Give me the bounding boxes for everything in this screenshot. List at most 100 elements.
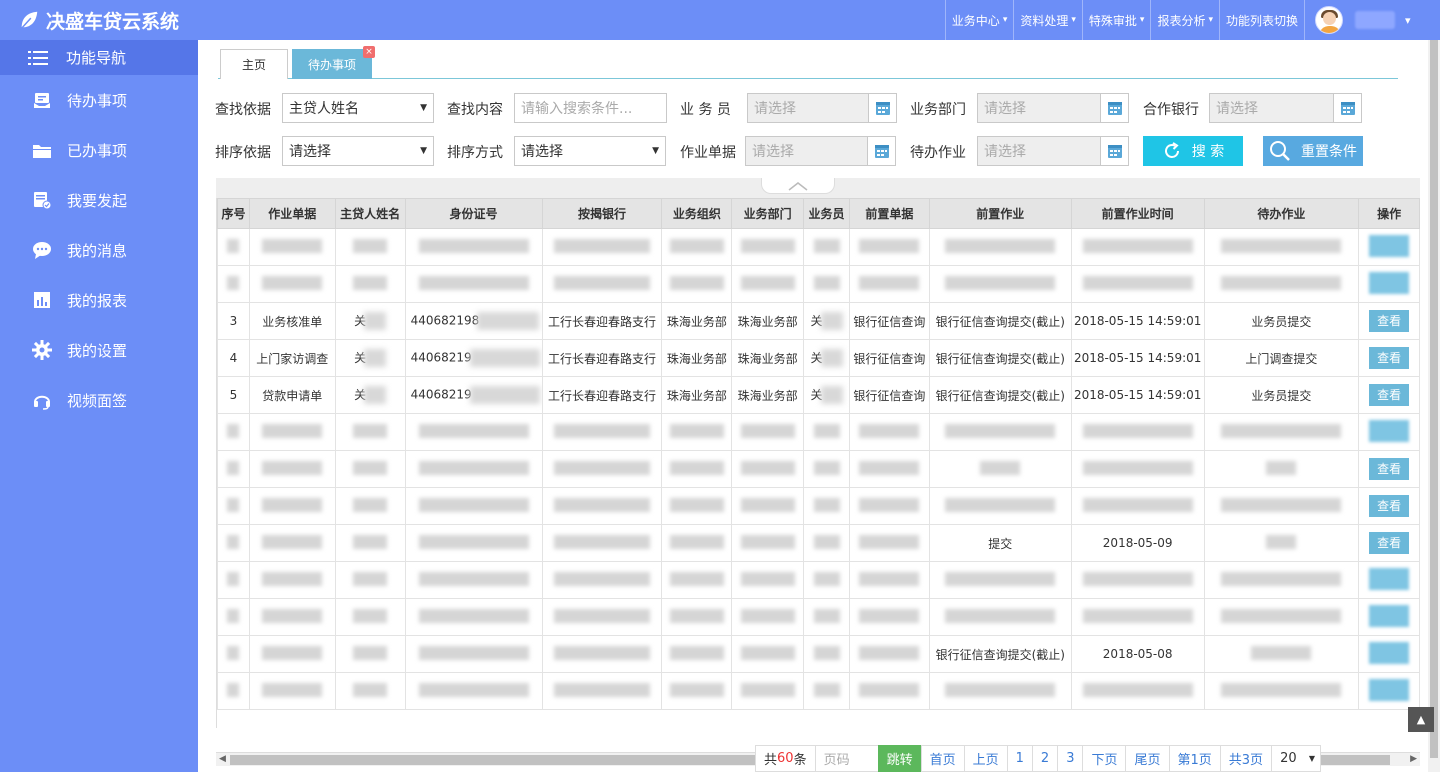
total-count: 共 60 条 xyxy=(755,745,816,772)
col-header[interactable]: 前置作业时间 xyxy=(1070,198,1205,229)
calendar-icon[interactable] xyxy=(868,94,896,122)
col-header[interactable]: 待办作业 xyxy=(1203,198,1360,229)
view-button[interactable]: 查看 xyxy=(1369,532,1410,554)
sidebar-item-initiate[interactable]: 我要发起 xyxy=(0,175,198,225)
sidebar-item-video-sign[interactable]: 视频面签 xyxy=(0,375,198,425)
col-header[interactable]: 序号 xyxy=(217,198,250,229)
search-by-label: 查找依据 xyxy=(215,102,271,118)
refresh-icon xyxy=(1162,141,1182,161)
sidebar-item-todo[interactable]: 待办事项 xyxy=(0,75,198,125)
col-header[interactable]: 前置作业 xyxy=(928,198,1072,229)
sort-by-select[interactable]: 请选择 ▼ xyxy=(282,136,434,166)
salesman-picker[interactable]: 请选择 xyxy=(747,93,897,123)
view-button[interactable]: 查看 xyxy=(1369,384,1410,406)
table-row-redacted xyxy=(217,672,1420,710)
view-button[interactable] xyxy=(1369,419,1410,442)
view-button[interactable]: 查看 xyxy=(1369,458,1410,480)
view-button[interactable] xyxy=(1369,604,1410,627)
calendar-icon[interactable] xyxy=(1333,94,1361,122)
col-header[interactable]: 身份证号 xyxy=(404,198,543,229)
last-page-link[interactable]: 尾页 xyxy=(1125,745,1170,772)
doc-picker[interactable]: 请选择 xyxy=(745,136,896,166)
col-header[interactable]: 按揭银行 xyxy=(541,198,663,229)
sidebar-item-reports[interactable]: 我的报表 xyxy=(0,275,198,325)
back-to-top-button[interactable]: ▲ xyxy=(1408,707,1434,732)
collapse-toggle[interactable] xyxy=(761,178,835,194)
scroll-left-icon[interactable]: ◀ xyxy=(219,754,226,764)
dropdown-arrow-icon: ▼ xyxy=(652,146,659,156)
view-button[interactable]: 查看 xyxy=(1369,310,1410,332)
todo-table: 序号 作业单据 主贷人姓名 身份证号 按揭银行 业务组织 业务部门 业务员 前置… xyxy=(216,198,1420,728)
redacted-mask xyxy=(820,349,843,368)
user-menu[interactable]: ▾ xyxy=(1304,0,1440,40)
view-button[interactable] xyxy=(1369,271,1410,294)
col-header[interactable]: 作业单据 xyxy=(248,198,336,229)
nav-special-approval[interactable]: 特殊审批 ▾ xyxy=(1081,0,1151,40)
sidebar-header[interactable]: 功能导航 xyxy=(0,40,198,75)
calendar-icon[interactable] xyxy=(1100,94,1128,122)
redacted-mask xyxy=(364,386,387,405)
pending-label: 待办作业 xyxy=(910,145,966,161)
main-content: 主页 待办事项 × 查找依据 主贷人姓名 ▼ 查找内容 请输入搜索条件... 业 务… xyxy=(198,40,1440,772)
page-link[interactable]: 1 xyxy=(1006,745,1033,772)
view-button[interactable]: 查看 xyxy=(1369,347,1410,369)
col-header[interactable]: 业务部门 xyxy=(731,198,805,229)
search-by-select[interactable]: 主贷人姓名 ▼ xyxy=(282,93,434,123)
nav-business-center[interactable]: 业务中心 ▾ xyxy=(944,0,1014,40)
col-header[interactable]: 操作 xyxy=(1358,198,1420,229)
pending-picker[interactable]: 请选择 xyxy=(977,136,1129,166)
scroll-right-icon[interactable]: ▶ xyxy=(1410,754,1417,764)
table-row: 5 贷款申请单 关 44068219 工行长春迎春路支行 珠海业务部 珠海业务部… xyxy=(217,376,1420,414)
redacted-mask xyxy=(364,312,387,331)
redacted-mask xyxy=(477,312,540,330)
view-button[interactable] xyxy=(1369,567,1410,590)
nav-report-analysis[interactable]: 报表分析 ▾ xyxy=(1150,0,1219,40)
tab-home[interactable]: 主页 xyxy=(220,49,288,79)
vertical-scrollbar[interactable] xyxy=(1428,40,1440,772)
col-header[interactable]: 主贷人姓名 xyxy=(334,198,406,229)
search-icon xyxy=(1269,140,1291,162)
scrollbar-thumb[interactable] xyxy=(1430,40,1438,758)
search-button[interactable]: 搜 索 xyxy=(1143,136,1243,166)
view-button[interactable] xyxy=(1369,678,1410,701)
prev-page-link[interactable]: 上页 xyxy=(963,745,1008,772)
top-nav: 业务中心 ▾ 资料处理 ▾ 特殊审批 ▾ 报表分析 ▾ 功能列表切换 ▾ xyxy=(944,0,1440,40)
calendar-icon[interactable] xyxy=(867,137,895,165)
page-number-input[interactable]: 页码 xyxy=(814,745,879,772)
first-page-link[interactable]: 首页 xyxy=(920,745,965,772)
jump-button[interactable]: 跳转 xyxy=(877,745,922,772)
close-icon[interactable]: × xyxy=(363,46,375,58)
dept-picker[interactable]: 请选择 xyxy=(977,93,1129,123)
leaf-logo-icon xyxy=(21,11,38,29)
table-row-redacted xyxy=(217,561,1420,599)
sidebar: 功能导航 待办事项 已办事项 我要发起 我的消息 我的报表 我的设置 视频面签 xyxy=(0,40,198,772)
pagination: 共 60 条 页码 跳转 首页 上页 1 2 3 下页 尾页 第1页 共3页 20 ▼ xyxy=(755,745,1322,772)
bank-picker[interactable]: 请选择 xyxy=(1209,93,1362,123)
col-header[interactable]: 业务组织 xyxy=(661,198,733,229)
next-page-link[interactable]: 下页 xyxy=(1082,745,1127,772)
search-input[interactable]: 请输入搜索条件... xyxy=(514,93,667,123)
calendar-icon[interactable] xyxy=(1100,137,1128,165)
nav-function-switch[interactable]: 功能列表切换 xyxy=(1218,0,1304,40)
view-button[interactable] xyxy=(1369,641,1410,664)
doc-label: 作业单据 xyxy=(680,145,736,161)
view-button[interactable]: 查看 xyxy=(1369,495,1410,517)
sort-mode-select[interactable]: 请选择 ▼ xyxy=(514,136,666,166)
sidebar-item-messages[interactable]: 我的消息 xyxy=(0,225,198,275)
sidebar-item-done[interactable]: 已办事项 xyxy=(0,125,198,175)
col-header[interactable]: 前置单据 xyxy=(848,198,930,229)
table-row-redacted: 提交 2018-05-09 查看 xyxy=(217,524,1420,562)
dropdown-arrow-icon: ▼ xyxy=(1308,754,1316,763)
page-link[interactable]: 3 xyxy=(1057,745,1084,772)
chevron-down-icon: ▾ xyxy=(1002,15,1008,25)
page-size-select[interactable]: 20 ▼ xyxy=(1271,745,1322,772)
avatar xyxy=(1315,6,1343,34)
tab-todo[interactable]: 待办事项 × xyxy=(292,46,375,79)
view-button[interactable] xyxy=(1369,234,1410,257)
reset-button[interactable]: 重置条件 xyxy=(1263,136,1363,166)
col-header[interactable]: 业务员 xyxy=(803,198,850,229)
page-link[interactable]: 2 xyxy=(1031,745,1059,772)
nav-data-processing[interactable]: 资料处理 ▾ xyxy=(1013,0,1082,40)
sidebar-item-settings[interactable]: 我的设置 xyxy=(0,325,198,375)
chevron-up-icon xyxy=(788,181,808,191)
